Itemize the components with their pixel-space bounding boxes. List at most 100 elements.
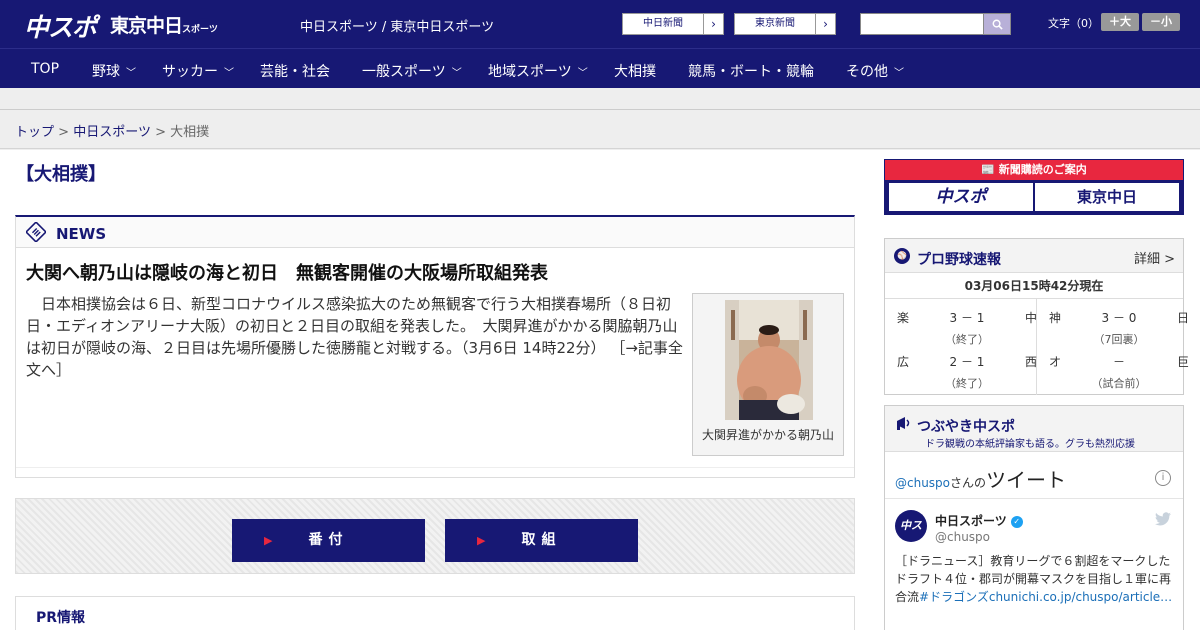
twitter-header: つぶやき中スポ ドラ観戦の本紙評論家も語る。グラも熱烈応援	[885, 406, 1183, 452]
nav-label: 地域スポーツ	[488, 64, 572, 80]
banzuke-label: 番付	[308, 532, 349, 548]
game-status: （終了）	[945, 333, 989, 346]
search-button[interactable]	[983, 13, 1011, 35]
breadcrumb-separator: >	[155, 125, 166, 140]
game-score[interactable]: 楽 3 － 1 中 （終了）	[897, 309, 1037, 351]
photo-caption: 大関昇進がかかる朝乃山	[701, 428, 834, 442]
game-score[interactable]: オ － 巨 （試合前）	[1049, 353, 1189, 395]
page-title: 【大相撲】	[16, 164, 106, 185]
twitter-title: つぶやき中スポ	[917, 419, 1015, 435]
search-icon	[992, 19, 1003, 30]
breadcrumb-chunichi-link[interactable]: 中日スポーツ	[73, 125, 151, 140]
twitter-widget: つぶやき中スポ ドラ観戦の本紙評論家も語る。グラも熱烈応援 @chuspoさんの…	[884, 405, 1184, 630]
chevron-down-icon: ﹀	[126, 68, 136, 79]
divider	[885, 298, 1183, 299]
subscription-title-text: 新聞購読のご案内	[998, 163, 1087, 176]
sumo-wrestler-photo	[725, 300, 813, 420]
breadcrumb-separator: >	[58, 125, 70, 140]
baseball-scores: ⚾ プロ野球速報 詳細 > 03月06日15時42分現在 楽 3 － 1 中 （…	[884, 238, 1189, 395]
news-label: NEWS	[56, 225, 107, 243]
chevron-down-icon: ﹀	[224, 68, 234, 79]
main-nav: TOP 野球 ﹀ サッカー ﹀ 芸能・社会 一般スポーツ ﹀ 地域スポーツ ﹀ 大相撲 …	[0, 48, 1200, 88]
nav-label: 大相撲	[614, 64, 656, 80]
chevron-down-icon: ﹀	[894, 68, 904, 79]
chuspo-subscribe-logo[interactable]: 中スポ	[889, 183, 1033, 211]
avatar[interactable]: 中スポ	[895, 510, 927, 564]
tokyo-shimbun-label: 東京新聞	[755, 18, 795, 29]
news-headline[interactable]: 大関へ朝乃山は隠岐の海と初日 無観客開催の大阪場所取組発表	[26, 259, 548, 285]
nav-item-soccer[interactable]: サッカー ﹀	[162, 61, 234, 81]
nav-item-local-sports[interactable]: 地域スポーツ ﹀	[488, 61, 588, 81]
game-score[interactable]: 神 3 － 0 日 （7回裏）	[1049, 309, 1189, 351]
tokyo-logo-main: 東京中日	[110, 15, 183, 37]
nav-item-top[interactable]: TOP	[31, 61, 59, 77]
nav-label: 一般スポーツ	[362, 64, 446, 80]
baseball-detail-link[interactable]: 詳細 >	[1134, 248, 1175, 267]
user-suffix: さんの	[950, 476, 987, 490]
chevron-down-icon: ﹀	[451, 68, 462, 79]
chuspo-logo[interactable]: 中スポ	[24, 8, 97, 44]
triangle-right-icon: ▶	[477, 534, 486, 547]
site-name: 中日スポーツ / 東京中日スポーツ	[300, 20, 495, 35]
font-size-label: 文字（0）	[1048, 17, 1099, 30]
nav-label: その他	[846, 64, 888, 80]
user-handle-link[interactable]: @chuspo	[895, 476, 950, 490]
twitter-subtitle[interactable]: ドラ観戦の本紙評論家も語る。グラも熱烈応援	[925, 435, 1135, 450]
baseball-timestamp: 03月06日15時42分現在	[964, 279, 1104, 293]
game-status: （終了）	[945, 377, 989, 390]
baseball-header: ⚾ プロ野球速報 詳細 >	[885, 239, 1183, 273]
away-team: 日	[1176, 311, 1189, 325]
nav-item-sumo[interactable]: 大相撲	[614, 61, 656, 81]
torikumi-button[interactable]: ▶ 取組	[445, 519, 638, 562]
breadcrumb-top-link[interactable]: トップ	[15, 125, 54, 140]
hashtag-link[interactable]: #ドラゴンズ	[919, 590, 989, 604]
subscription-banner[interactable]: 📰 新聞購読のご案内 中スポ 東京中日	[884, 159, 1184, 215]
news-photo[interactable]: 大関昇進がかかる朝乃山	[692, 293, 844, 456]
tweet-author-handle[interactable]: @chuspo	[935, 530, 990, 544]
pr-label: PR情報	[36, 610, 86, 626]
verified-icon: ✓	[1010, 515, 1023, 528]
away-team: 西	[1024, 355, 1037, 369]
font-smaller-button[interactable]: －小	[1142, 13, 1180, 31]
nav-item-other[interactable]: その他 ﹀	[846, 61, 904, 81]
newspaper-icon	[26, 222, 46, 242]
tokyo-logo-small: スポーツ	[182, 25, 218, 35]
author-name: 中日スポーツ	[935, 514, 1007, 528]
info-icon[interactable]: i	[1155, 470, 1171, 486]
chunichi-shimbun-link[interactable]: 中日新聞 ›	[622, 13, 724, 35]
nav-item-baseball[interactable]: 野球 ﹀	[92, 61, 136, 81]
breadcrumb: トップ > 中日スポーツ > 大相撲	[15, 121, 209, 140]
subscription-title: 📰 新聞購読のご案内	[885, 160, 1183, 180]
sub-nav-bar	[0, 88, 1200, 110]
tokyo-shimbun-link[interactable]: 東京新聞 ›	[734, 13, 836, 35]
game-status: （試合前）	[1091, 377, 1147, 390]
article-link[interactable]: chunichi.co.jp/chuspo/article…	[989, 590, 1172, 604]
score: －	[1112, 355, 1125, 369]
score: 2 － 1	[949, 355, 985, 369]
tokyo-subscribe-logo[interactable]: 東京中日	[1035, 183, 1179, 211]
tokyo-chunichi-logo[interactable]: 東京中日スポーツ	[110, 11, 218, 38]
nav-item-entertainment[interactable]: 芸能・社会	[260, 61, 330, 81]
away-team: 巨	[1176, 355, 1189, 369]
score: 3 － 0	[1101, 311, 1137, 325]
nav-label: 競馬・ボート・競輪	[688, 64, 814, 80]
search-input[interactable]	[860, 13, 984, 35]
tweet-author-name[interactable]: 中日スポーツ ✓	[935, 512, 1023, 529]
twitter-bird-icon[interactable]	[1155, 512, 1171, 526]
nav-label: 芸能・社会	[260, 64, 330, 80]
nav-label: 野球	[92, 64, 120, 80]
megaphone-icon	[897, 417, 910, 430]
chunichi-shimbun-label: 中日新聞	[643, 18, 683, 29]
nav-item-racing[interactable]: 競馬・ボート・競輪	[688, 61, 814, 81]
banzuke-button[interactable]: ▶ 番付	[232, 519, 425, 562]
newspaper-icon: 📰	[981, 163, 999, 176]
breadcrumb-bar: トップ > 中日スポーツ > 大相撲	[0, 111, 1200, 149]
news-section: NEWS 大関へ朝乃山は隠岐の海と初日 無観客開催の大阪場所取組発表 日本相撲協…	[15, 215, 855, 478]
game-score[interactable]: 広 2 － 1 西 （終了）	[897, 353, 1037, 395]
baseball-icon: ⚾	[894, 248, 910, 264]
game-status: （7回裏）	[1093, 333, 1145, 346]
nav-item-general-sports[interactable]: 一般スポーツ ﹀	[362, 61, 462, 81]
torikumi-label: 取組	[521, 532, 562, 548]
triangle-right-icon: ▶	[264, 534, 273, 547]
font-bigger-button[interactable]: ＋大	[1101, 13, 1139, 31]
